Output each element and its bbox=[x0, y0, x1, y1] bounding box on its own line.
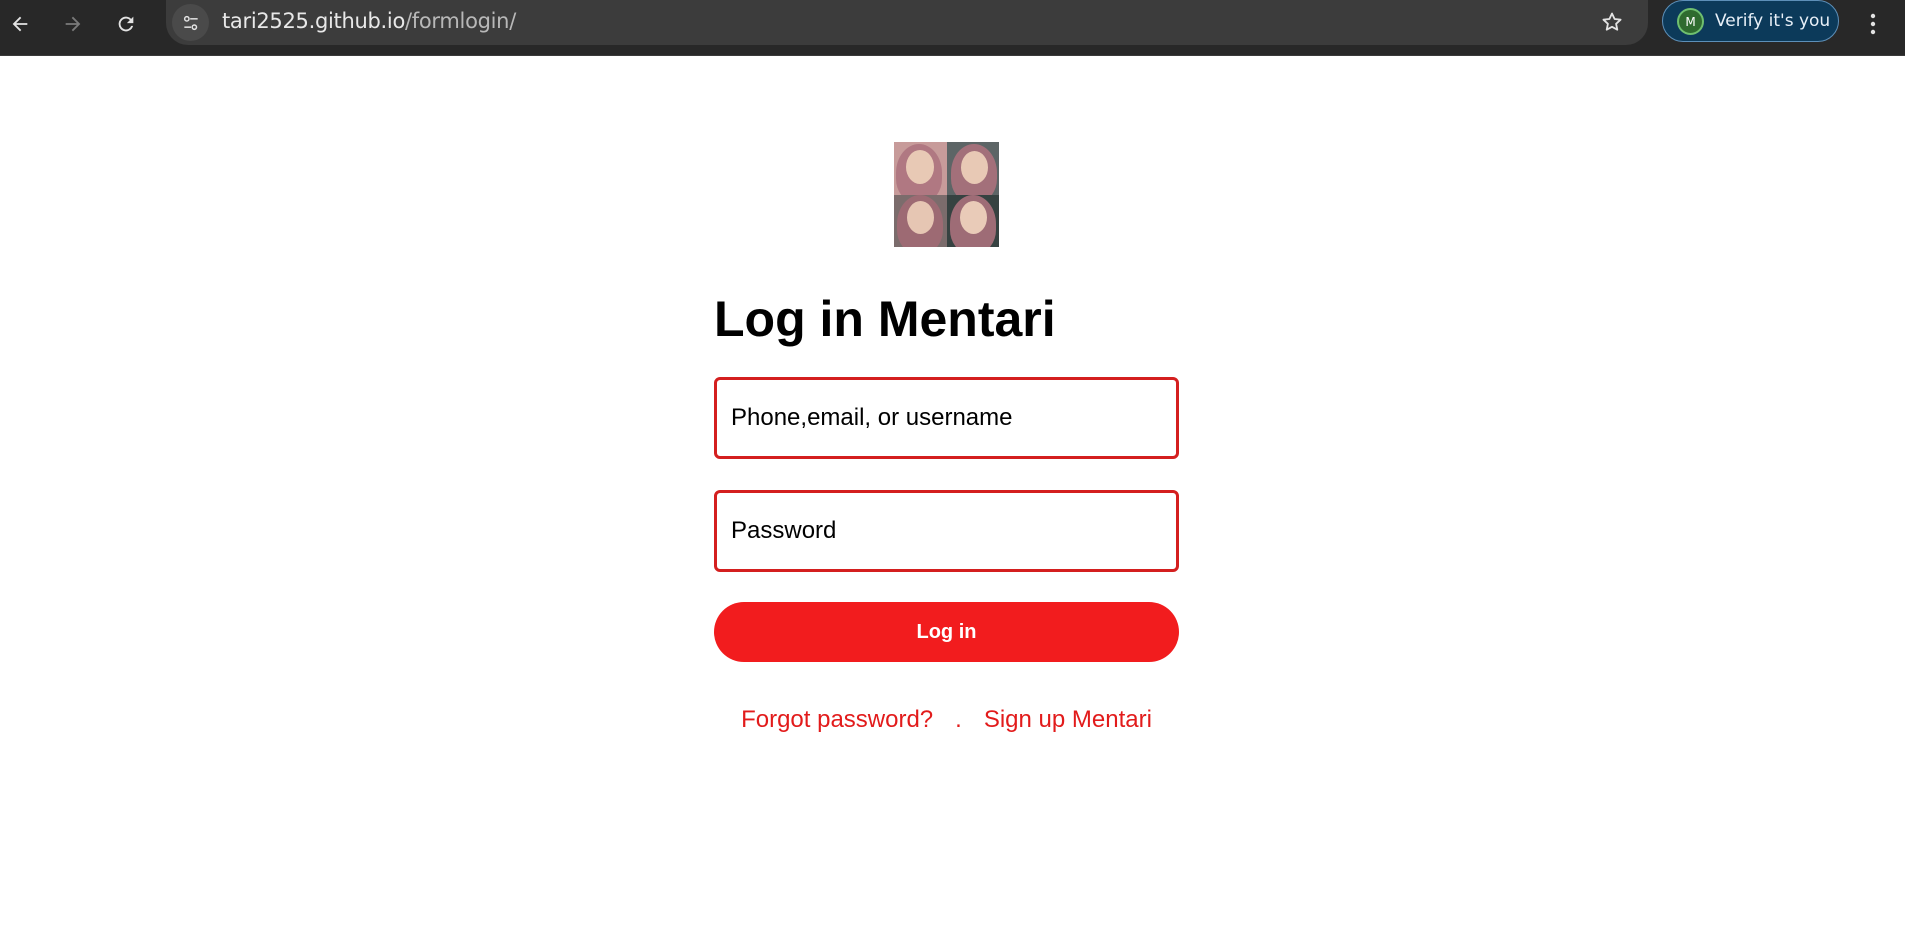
site-info-button[interactable] bbox=[172, 4, 209, 41]
reload-icon bbox=[118, 16, 134, 32]
account-links: Forgot password?. Sign up Mentari bbox=[714, 706, 1179, 734]
profile-avatar: M bbox=[1677, 8, 1704, 35]
browser-menu-button[interactable] bbox=[1858, 6, 1888, 42]
password-input[interactable] bbox=[714, 490, 1179, 572]
photo-tile bbox=[946, 142, 999, 195]
sign-up-link[interactable]: Sign up Mentari bbox=[984, 706, 1152, 733]
back-button[interactable] bbox=[2, 6, 38, 42]
photo-tile bbox=[946, 194, 999, 247]
reload-button[interactable] bbox=[108, 6, 144, 42]
star-icon bbox=[1602, 12, 1622, 31]
arrow-left-icon bbox=[12, 16, 28, 32]
profile-collage-image bbox=[894, 142, 999, 247]
verify-chip-label: Verify it's you bbox=[1715, 11, 1831, 31]
url-path: /formlogin/ bbox=[405, 9, 516, 33]
link-separator: . bbox=[955, 706, 962, 733]
forward-button[interactable] bbox=[55, 6, 91, 42]
address-bar[interactable]: tari2525.github.io/formlogin/ bbox=[166, 0, 1648, 45]
url-host: tari2525.github.io bbox=[222, 9, 405, 33]
login-button[interactable]: Log in bbox=[714, 602, 1179, 662]
url-text[interactable]: tari2525.github.io/formlogin/ bbox=[222, 9, 516, 33]
verify-identity-chip[interactable]: M Verify it's you bbox=[1662, 0, 1839, 42]
tune-icon bbox=[183, 15, 198, 30]
bookmark-button[interactable] bbox=[1598, 8, 1626, 36]
username-input[interactable] bbox=[714, 377, 1179, 459]
browser-toolbar: tari2525.github.io/formlogin/ M Verify i… bbox=[0, 0, 1905, 56]
photo-tile bbox=[894, 142, 947, 195]
photo-tile bbox=[894, 194, 947, 247]
page-title: Log in Mentari bbox=[714, 291, 1056, 347]
arrow-right-icon bbox=[65, 16, 81, 32]
forgot-password-link[interactable]: Forgot password? bbox=[741, 706, 933, 733]
kebab-menu-icon bbox=[1870, 13, 1876, 35]
